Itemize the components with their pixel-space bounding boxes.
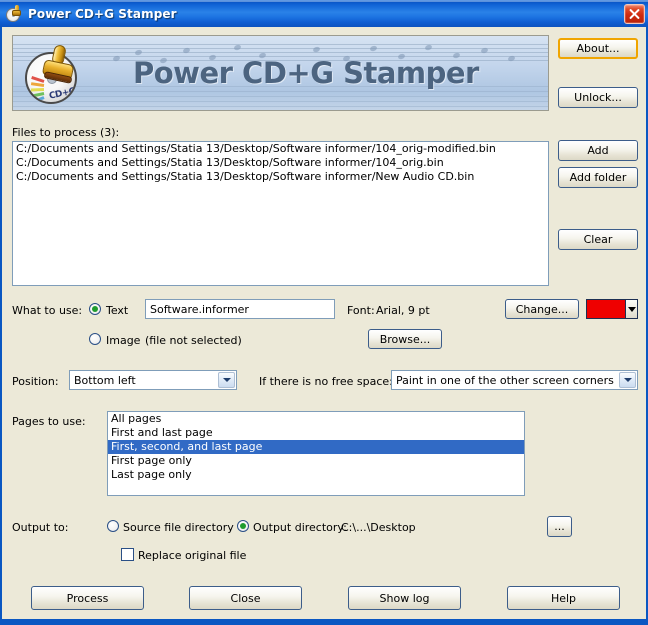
output-to-label: Output to: <box>12 521 69 534</box>
app-icon <box>5 4 23 23</box>
title-bar[interactable]: Power CD+G Stamper <box>0 0 648 27</box>
close-icon[interactable] <box>624 3 645 24</box>
no-free-space-value: Paint in one of the other screen corners <box>396 373 614 387</box>
text-radio-label: Text <box>106 304 129 317</box>
list-item[interactable]: C:/Documents and Settings/Statia 13/Desk… <box>13 156 548 170</box>
source-directory-label: Source file directory <box>123 521 234 534</box>
image-file-status: (file not selected) <box>145 334 242 347</box>
close-button[interactable]: Close <box>189 586 302 610</box>
add-button[interactable]: Add <box>558 140 638 161</box>
source-directory-radio[interactable] <box>107 520 119 532</box>
list-item-all-pages[interactable]: All pages <box>108 412 524 426</box>
position-value: Bottom left <box>74 373 136 387</box>
browse-output-button[interactable]: ... <box>547 516 572 537</box>
replace-original-label: Replace original file <box>138 549 247 562</box>
font-label: Font: <box>347 304 375 317</box>
client-area: CD+G Power CD+G Stamper About... Unlock.… <box>2 27 646 619</box>
process-button[interactable]: Process <box>31 586 144 610</box>
banner-title: Power CD+G Stamper <box>133 56 479 90</box>
output-directory-label: Output directory: <box>253 521 347 534</box>
help-button[interactable]: Help <box>507 586 620 610</box>
files-list[interactable]: C:/Documents and Settings/Statia 13/Desk… <box>12 141 549 286</box>
what-to-use-label: What to use: <box>12 304 83 317</box>
chevron-down-icon[interactable] <box>619 372 636 388</box>
chevron-down-icon[interactable] <box>626 300 637 318</box>
list-item-last-only[interactable]: Last page only <box>108 468 524 482</box>
browse-image-button[interactable]: Browse... <box>368 329 442 349</box>
add-folder-button[interactable]: Add folder <box>558 167 638 188</box>
app-banner: CD+G Power CD+G Stamper <box>12 35 549 111</box>
replace-original-checkbox[interactable] <box>121 548 134 561</box>
application-window: Power CD+G Stamper CD+G Power CD+G Stamp… <box>0 0 648 625</box>
color-picker[interactable] <box>586 299 638 319</box>
image-radio-label: Image <box>106 334 141 347</box>
text-radio[interactable] <box>89 303 101 315</box>
no-free-space-dropdown[interactable]: Paint in one of the other screen corners <box>391 370 638 390</box>
files-to-process-label: Files to process (3): <box>12 126 120 139</box>
clear-button[interactable]: Clear <box>558 229 638 250</box>
cd-stamp-logo-icon: CD+G <box>23 43 83 104</box>
pages-to-use-label: Pages to use: <box>12 415 86 428</box>
list-item-first-only[interactable]: First page only <box>108 454 524 468</box>
pages-to-use-list[interactable]: All pages First and last page First, sec… <box>107 411 525 496</box>
window-title: Power CD+G Stamper <box>28 6 177 21</box>
color-swatch[interactable] <box>587 300 626 318</box>
output-directory-radio[interactable] <box>237 520 249 532</box>
position-dropdown[interactable]: Bottom left <box>69 370 237 390</box>
list-item-first-second-last[interactable]: First, second, and last page <box>108 440 524 454</box>
image-radio[interactable] <box>89 333 101 345</box>
list-item[interactable]: C:/Documents and Settings/Statia 13/Desk… <box>13 142 548 156</box>
output-directory-path: C:\...\Desktop <box>341 521 416 534</box>
font-value: Arial, 9 pt <box>376 304 430 317</box>
show-log-button[interactable]: Show log <box>348 586 461 610</box>
list-item-first-last[interactable]: First and last page <box>108 426 524 440</box>
no-free-space-label: If there is no free space: <box>259 375 393 388</box>
unlock-button[interactable]: Unlock... <box>558 87 638 108</box>
chevron-down-icon[interactable] <box>218 372 235 388</box>
stamp-text-input[interactable]: Software.informer <box>145 299 335 319</box>
change-font-button[interactable]: Change... <box>505 299 579 319</box>
about-button[interactable]: About... <box>558 38 638 59</box>
list-item[interactable]: C:/Documents and Settings/Statia 13/Desk… <box>13 170 548 184</box>
position-label: Position: <box>12 375 59 388</box>
window-bottom-border <box>0 619 648 625</box>
